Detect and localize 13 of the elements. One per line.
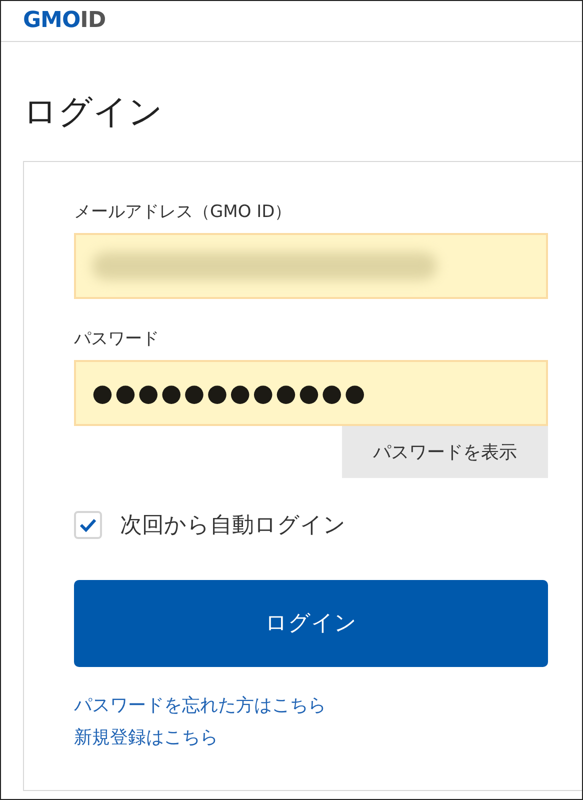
login-button[interactable]: ログイン: [74, 580, 548, 667]
logo: GMOID: [23, 10, 106, 32]
page-title: ログイン: [23, 92, 163, 133]
show-password-button[interactable]: パスワードを表示: [342, 426, 548, 478]
password-label: パスワード: [74, 328, 159, 350]
text-link[interactable]: 新規登録はこちら: [74, 724, 218, 749]
email-field[interactable]: [74, 232, 548, 299]
email-label: メールアドレス（GMO ID）: [74, 200, 292, 223]
text-link[interactable]: パスワードを忘れた方はこちら: [74, 692, 326, 717]
check-icon: [79, 518, 97, 532]
password-field[interactable]: ●●●●●●●●●●●●: [74, 360, 548, 426]
checkbox[interactable]: [74, 510, 102, 539]
auto-login-label: 次回から自動ログイン: [120, 512, 346, 540]
